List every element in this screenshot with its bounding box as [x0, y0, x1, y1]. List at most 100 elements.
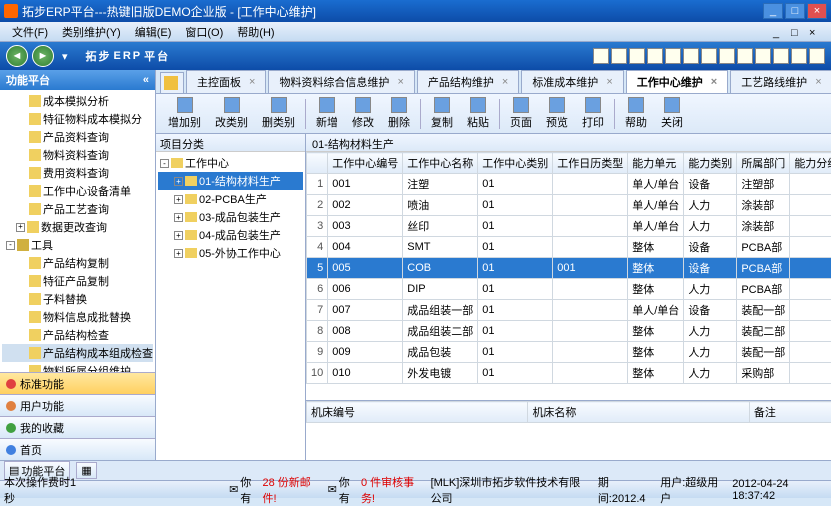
tab-home[interactable]	[160, 72, 184, 93]
table-row[interactable]: 7007成品组装一部01单人/单台设备装配一部曾雪玲	[307, 300, 831, 321]
tb-icon-11[interactable]	[773, 48, 789, 64]
menu-help[interactable]: 帮助(H)	[231, 22, 280, 42]
tree-node[interactable]: 产品结构成本组成检查	[2, 344, 153, 362]
table-row[interactable]: 2002喷油01单人/单台人力涂装部李美根	[307, 195, 831, 216]
detail-header[interactable]: 机床编号	[307, 402, 528, 423]
ribbon-粘贴[interactable]: 粘贴	[461, 95, 495, 132]
tree-node[interactable]: 物料资料查询	[2, 146, 153, 164]
tb-icon-7[interactable]	[701, 48, 717, 64]
main-grid[interactable]: 工作中心编号工作中心名称工作中心类别工作日历类型能力单元能力类别所属部门能力分组…	[306, 152, 831, 400]
minimize-button[interactable]: _	[763, 3, 783, 19]
nav-back-button[interactable]: ◄	[6, 45, 28, 67]
collapse-icon[interactable]: «	[143, 74, 149, 86]
mdi-close[interactable]: ×	[803, 25, 819, 39]
tree-node[interactable]: -工具	[2, 236, 153, 254]
ribbon-修改[interactable]: 修改	[346, 95, 380, 132]
ribbon-新增[interactable]: 新增	[310, 95, 344, 132]
menu-window[interactable]: 窗口(O)	[179, 22, 229, 42]
cat-node[interactable]: +01-结构材料生产	[158, 172, 303, 190]
table-row[interactable]: 3003丝印01单人/单台人力涂装部李美根	[307, 216, 831, 237]
tb-icon-2[interactable]	[611, 48, 627, 64]
tb-icon-9[interactable]	[737, 48, 753, 64]
tab[interactable]: 标准成本维护×	[521, 70, 623, 93]
menu-category[interactable]: 类别维护(Y)	[56, 22, 127, 42]
cat-node[interactable]: +02-PCBA生产	[158, 190, 303, 208]
table-row[interactable]: 6006DIP01整体人力PCBA部宋杰Vend0015	[307, 279, 831, 300]
ribbon-帮助[interactable]: 帮助	[619, 95, 653, 132]
tree-node[interactable]: 产品工艺查询	[2, 200, 153, 218]
detail-header[interactable]: 机床名称	[528, 402, 749, 423]
tree-node[interactable]: 特征产品复制	[2, 272, 153, 290]
tb-icon-1[interactable]	[593, 48, 609, 64]
tab[interactable]: 主控面板×	[186, 70, 266, 93]
tab-close-icon[interactable]: ×	[711, 76, 717, 88]
ribbon-复制[interactable]: 复制	[425, 95, 459, 132]
nav-item[interactable]: 我的收藏	[0, 416, 155, 438]
grid-header[interactable]: 工作中心编号	[328, 153, 403, 174]
ribbon-打印[interactable]: 打印	[576, 95, 610, 132]
ribbon-增加别[interactable]: 增加别	[162, 95, 207, 132]
grid-header[interactable]: 工作中心类别	[478, 153, 553, 174]
mdi-restore[interactable]: □	[785, 25, 801, 39]
grid-header[interactable]: 所属部门	[737, 153, 790, 174]
table-row[interactable]: 10010外发电镀01整体人力采购部鞠海棠Vend0072	[307, 363, 831, 384]
tree-node[interactable]: 费用资料查询	[2, 164, 153, 182]
category-tree[interactable]: -工作中心+01-结构材料生产+02-PCBA生产+03-成品包装生产+04-成…	[156, 152, 305, 460]
tab[interactable]: 工艺路线维护×	[730, 70, 831, 93]
tb-icon-3[interactable]	[629, 48, 645, 64]
tree-node[interactable]: 特征物料成本模拟分	[2, 110, 153, 128]
detail-header[interactable]: 备注	[749, 402, 831, 423]
tab-close-icon[interactable]: ×	[397, 76, 403, 88]
tb-icon-4[interactable]	[647, 48, 663, 64]
table-row[interactable]: 9009成品包装01整体人力装配一部曾雪玲	[307, 342, 831, 363]
nav-item[interactable]: 标准功能	[0, 372, 155, 394]
tab[interactable]: 物料资料综合信息维护×	[268, 70, 414, 93]
menu-file[interactable]: 文件(F)	[6, 22, 54, 42]
detail-grid[interactable]: 机床编号机床名称备注	[306, 400, 831, 460]
tab-close-icon[interactable]: ×	[606, 76, 612, 88]
maximize-button[interactable]: □	[785, 3, 805, 19]
ribbon-页面[interactable]: 页面	[504, 95, 538, 132]
status-approval[interactable]: ✉ 你有 0 件审核事务!	[328, 474, 423, 506]
close-button[interactable]: ×	[807, 3, 827, 19]
mdi-minimize[interactable]: _	[767, 25, 783, 39]
tb-icon-5[interactable]	[665, 48, 681, 64]
tab-close-icon[interactable]: ×	[502, 76, 508, 88]
cat-node[interactable]: +05-外协工作中心	[158, 244, 303, 262]
ribbon-删除[interactable]: 删除	[382, 95, 416, 132]
tree-node[interactable]: +数据更改查询	[2, 218, 153, 236]
tb-icon-13[interactable]	[809, 48, 825, 64]
tree-node[interactable]: 产品结构检查	[2, 326, 153, 344]
cat-node[interactable]: +04-成品包装生产	[158, 226, 303, 244]
ribbon-关闭[interactable]: 关闭	[655, 95, 689, 132]
grid-header[interactable]: 工作中心名称	[403, 153, 478, 174]
menu-edit[interactable]: 编辑(E)	[129, 22, 178, 42]
grid-header[interactable]: 能力单元	[628, 153, 684, 174]
tab-close-icon[interactable]: ×	[815, 76, 821, 88]
ribbon-预览[interactable]: 预览	[540, 95, 574, 132]
tree-node[interactable]: 工作中心设备清单	[2, 182, 153, 200]
tab[interactable]: 产品结构维护×	[417, 70, 519, 93]
table-row[interactable]: 5005COB01001整体设备PCBA部祝末平Vend0125	[307, 258, 831, 279]
tree-node[interactable]: 产品资料查询	[2, 128, 153, 146]
cat-node[interactable]: +03-成品包装生产	[158, 208, 303, 226]
tb-icon-8[interactable]	[719, 48, 735, 64]
table-row[interactable]: 8008成品组装二部01整体人力装配二部陈家容	[307, 321, 831, 342]
tree-node[interactable]: 成本模拟分析	[2, 92, 153, 110]
tree-node[interactable]: 子料替换	[2, 290, 153, 308]
tree-node[interactable]: 物料信息成批替换	[2, 308, 153, 326]
cat-root[interactable]: -工作中心	[158, 154, 303, 172]
ribbon-删类别[interactable]: 删类别	[256, 95, 301, 132]
function-tree[interactable]: 成本模拟分析特征物料成本模拟分产品资料查询物料资料查询费用资料查询工作中心设备清…	[0, 90, 155, 372]
tree-node[interactable]: 产品结构复制	[2, 254, 153, 272]
tb-icon-6[interactable]	[683, 48, 699, 64]
tree-node[interactable]: 物料所属分组维护	[2, 362, 153, 372]
nav-forward-button[interactable]: ►	[32, 45, 54, 67]
tab[interactable]: 工作中心维护×	[626, 70, 728, 93]
ribbon-改类别[interactable]: 改类别	[209, 95, 254, 132]
tb-icon-10[interactable]	[755, 48, 771, 64]
grid-header[interactable]: 工作日历类型	[553, 153, 628, 174]
table-row[interactable]: 4004SMT01整体设备PCBA部宋杰Vend0002	[307, 237, 831, 258]
grid-header[interactable]: 能力类别	[684, 153, 737, 174]
grid-header[interactable]: 能力分组号	[790, 153, 831, 174]
